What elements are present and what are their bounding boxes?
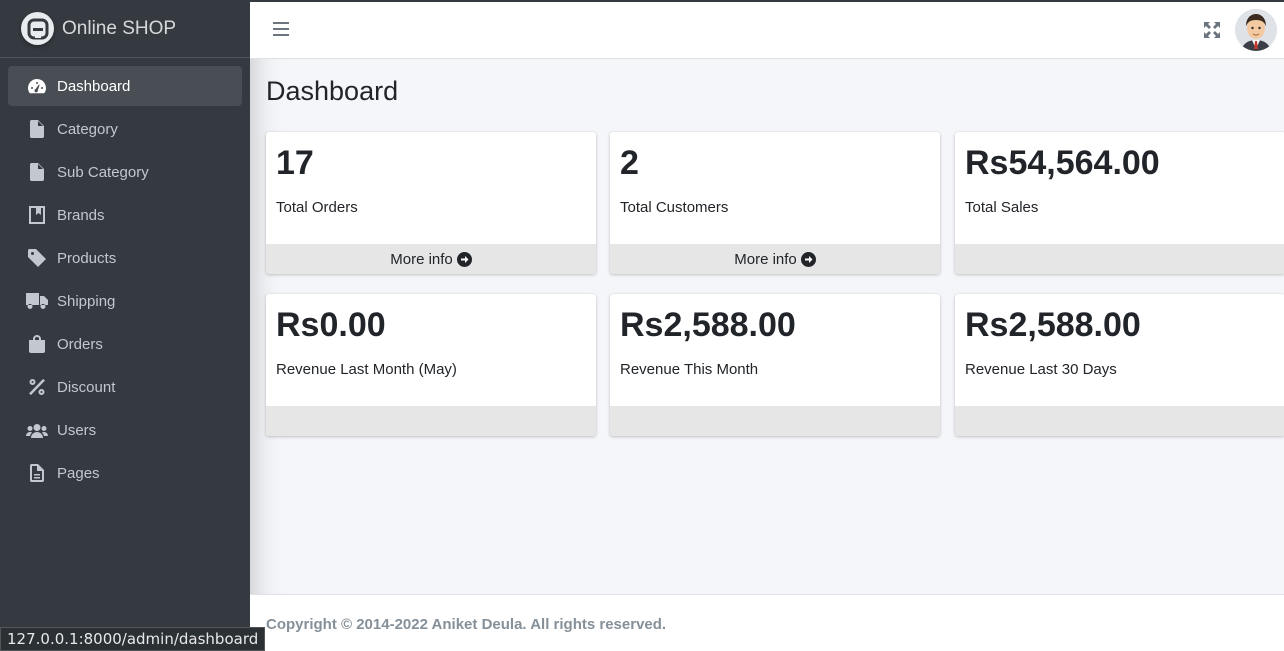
stat-card-revenue-last-month: Rs0.00 Revenue Last Month (May) [266, 294, 596, 436]
card-footer [266, 406, 596, 436]
more-info-label: More info [390, 250, 453, 268]
sidebar-item-pages[interactable]: Pages [8, 453, 242, 493]
file-alt-icon [26, 462, 48, 484]
status-bar-url: 127.0.0.1:8000/admin/dashboard [0, 627, 266, 651]
sidebar-item-label: Brands [57, 206, 105, 224]
sidebar-item-sub-category[interactable]: Sub Category [8, 152, 242, 192]
stat-card-total-customers: 2 Total Customers More info [610, 132, 940, 274]
arrow-circle-right-icon [800, 251, 816, 267]
card-footer [955, 244, 1284, 274]
bars-icon[interactable] [273, 22, 289, 38]
stat-card-revenue-last-30-days: Rs2,588.00 Revenue Last 30 Days [955, 294, 1284, 436]
stat-label: Total Sales [965, 199, 1039, 216]
sidebar-item-label: Sub Category [57, 163, 149, 181]
brand-link[interactable]: Online SHOP [0, 0, 250, 58]
sidebar-item-category[interactable]: Category [8, 109, 242, 149]
brand-name: Online SHOP [62, 17, 177, 39]
stat-value: Rs2,588.00 [965, 306, 1141, 344]
sidebar-item-label: Category [57, 120, 118, 138]
sidebar-item-users[interactable]: Users [8, 410, 242, 450]
stat-value: Rs54,564.00 [965, 144, 1160, 182]
sidebar-item-orders[interactable]: Orders [8, 324, 242, 364]
sidebar-item-products[interactable]: Products [8, 238, 242, 278]
sidebar-nav: Dashboard Category Sub Category Brands P… [0, 58, 250, 493]
sidebar-item-label: Dashboard [57, 77, 131, 95]
tachometer-icon [26, 75, 48, 97]
sidebar: Online SHOP Dashboard Category Sub Categ… [0, 0, 250, 651]
sidebar-item-label: Products [57, 249, 117, 267]
percent-icon [26, 376, 48, 398]
stat-label: Total Customers [620, 199, 729, 216]
more-info-link[interactable]: More info [610, 244, 940, 274]
sidebar-item-label: Users [57, 421, 97, 439]
sidebar-item-label: Orders [57, 335, 103, 353]
stat-value: Rs0.00 [276, 306, 386, 344]
stat-card-revenue-this-month: Rs2,588.00 Revenue This Month [610, 294, 940, 436]
expand-icon[interactable] [1204, 22, 1220, 38]
tag-icon [26, 247, 48, 269]
more-info-label: More info [734, 250, 797, 268]
users-icon [26, 419, 48, 441]
top-navbar [250, 0, 1284, 59]
book-icon [26, 204, 48, 226]
stat-card-total-orders: 17 Total Orders More info [266, 132, 596, 274]
avatar[interactable] [1235, 9, 1277, 51]
stat-card-total-sales: Rs54,564.00 Total Sales [955, 132, 1284, 274]
sidebar-item-shipping[interactable]: Shipping [8, 281, 242, 321]
shopping-bag-icon [26, 333, 48, 355]
card-footer [610, 406, 940, 436]
page-footer: Copyright © 2014-2022 Aniket Deula. All … [250, 594, 1284, 651]
sidebar-item-brands[interactable]: Brands [8, 195, 242, 235]
stat-value: 17 [276, 144, 314, 182]
stat-label: Revenue Last 30 Days [965, 361, 1117, 378]
stat-label: Revenue This Month [620, 361, 759, 378]
stat-label: Revenue Last Month (May) [276, 361, 457, 378]
copyright-text: Copyright © 2014-2022 Aniket Deula. All … [266, 616, 667, 633]
file-icon [26, 161, 48, 183]
sidebar-item-label: Shipping [57, 292, 116, 310]
page-title: Dashboard [266, 76, 399, 106]
arrow-circle-right-icon [456, 251, 472, 267]
truck-icon [26, 290, 48, 312]
brand-logo-icon [21, 12, 54, 45]
file-icon [26, 118, 48, 140]
stat-label: Total Orders [276, 199, 358, 216]
sidebar-item-label: Discount [57, 378, 116, 396]
sidebar-item-dashboard[interactable]: Dashboard [8, 66, 242, 106]
more-info-link[interactable]: More info [266, 244, 596, 274]
stat-value: Rs2,588.00 [620, 306, 796, 344]
stat-value: 2 [620, 144, 639, 182]
card-footer [955, 406, 1284, 436]
sidebar-item-discount[interactable]: Discount [8, 367, 242, 407]
sidebar-item-label: Pages [57, 464, 100, 482]
